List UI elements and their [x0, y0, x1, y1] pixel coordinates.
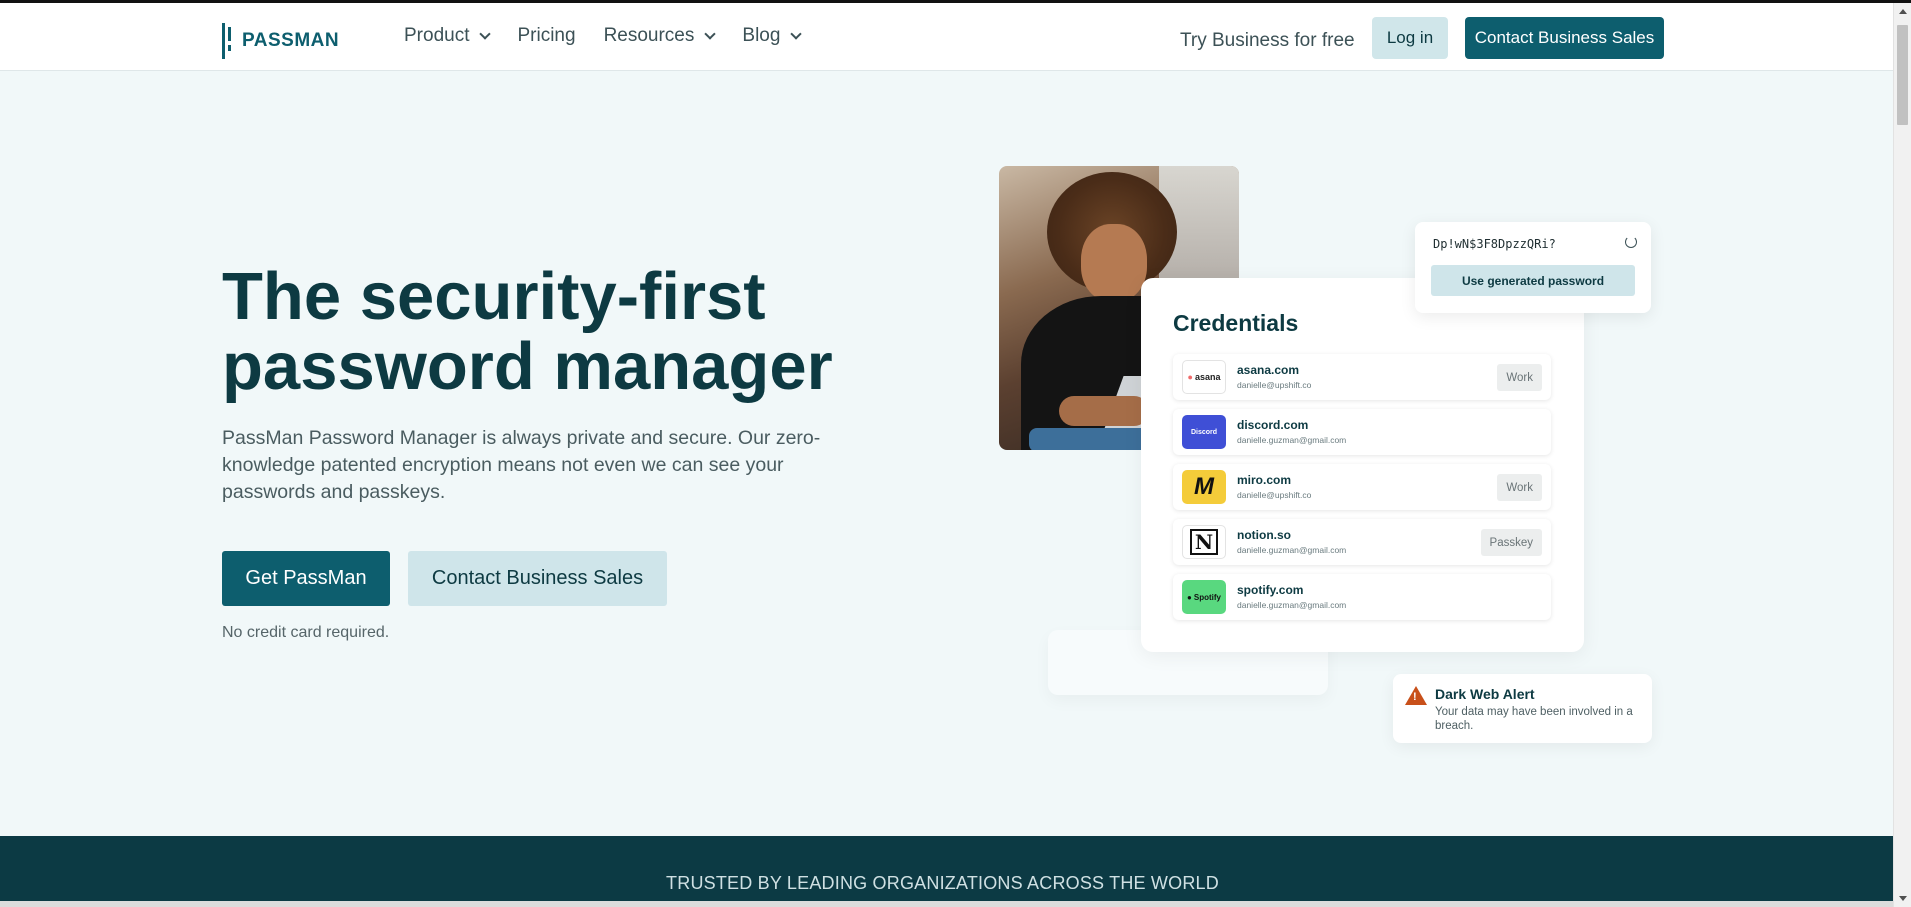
- asana-logo-icon: ● asana: [1182, 360, 1226, 394]
- credential-site: notion.so: [1237, 528, 1291, 542]
- nav-item-label: Blog: [742, 25, 781, 46]
- passman-logo[interactable]: PASSMAN: [222, 23, 339, 59]
- credential-site: spotify.com: [1237, 583, 1304, 597]
- credential-site: miro.com: [1237, 473, 1292, 487]
- credential-row-miro[interactable]: M miro.com danielle@upshift.co Work: [1173, 464, 1551, 510]
- credential-site: asana.com: [1237, 363, 1300, 377]
- credential-email: danielle.guzman@gmail.com: [1237, 435, 1347, 445]
- login-button[interactable]: Log in: [1372, 17, 1448, 59]
- credential-email: danielle.guzman@gmail.com: [1237, 600, 1347, 610]
- get-passman-button[interactable]: Get PassMan: [222, 551, 390, 606]
- credential-tag: Passkey: [1480, 529, 1542, 556]
- password-generator-card: Dp!wN$3F8DpzzQRi? Use generated password: [1415, 222, 1651, 313]
- horizontal-scrollbar[interactable]: [0, 901, 1893, 907]
- chevron-down-icon: [704, 27, 717, 40]
- contact-sales-button[interactable]: Contact Business Sales: [408, 551, 667, 606]
- hero-title-line-1: The security-first: [222, 259, 766, 334]
- logo-label: N: [1189, 529, 1219, 555]
- credential-email: danielle@upshift.co: [1237, 380, 1312, 390]
- nav-item-resources[interactable]: Resources: [603, 25, 717, 47]
- credential-email: danielle.guzman@gmail.com: [1237, 545, 1347, 555]
- hero-title: The security-first password manager: [222, 262, 922, 402]
- logo-label: Discord: [1190, 428, 1218, 436]
- credential-tag: Work: [1497, 474, 1542, 501]
- contact-sales-nav-button[interactable]: Contact Business Sales: [1465, 17, 1664, 59]
- use-generated-password-button[interactable]: Use generated password: [1431, 265, 1635, 296]
- scrollbar-thumb[interactable]: [1897, 25, 1908, 125]
- credentials-card: Credentials ● asana asana.com danielle@up…: [1141, 278, 1584, 652]
- credential-email: danielle@upshift.co: [1237, 490, 1312, 500]
- no-credit-card-note: No credit card required.: [222, 624, 390, 641]
- credential-tag: Work: [1497, 364, 1542, 391]
- miro-logo-icon: M: [1182, 470, 1226, 504]
- hero-description: PassMan Password Manager is always priva…: [222, 427, 821, 503]
- nav-item-pricing[interactable]: Pricing: [517, 25, 575, 47]
- generated-password: Dp!wN$3F8DpzzQRi?: [1433, 237, 1556, 251]
- nav-item-label: Resources: [603, 25, 695, 46]
- notion-logo-icon: N: [1182, 525, 1226, 559]
- scroll-down-icon[interactable]: [1899, 896, 1907, 901]
- dark-web-alert-card: ! Dark Web Alert Your data may have been…: [1393, 674, 1652, 743]
- credentials-title: Credentials: [1173, 310, 1299, 336]
- vertical-scrollbar[interactable]: [1893, 3, 1911, 907]
- nav-item-product[interactable]: Product: [404, 25, 492, 47]
- logo-label: asana: [1194, 372, 1221, 382]
- alert-text: Your data may have been involved in a br…: [1435, 706, 1633, 732]
- trusted-band: TRUSTED BY LEADING ORGANIZATIONS ACROSS …: [0, 836, 1893, 907]
- logo-label: Spotify: [1193, 592, 1221, 602]
- nav-item-label: Product: [404, 25, 470, 46]
- hero-title-line-2: password manager: [222, 329, 833, 404]
- nav-item-blog[interactable]: Blog: [742, 25, 803, 47]
- trusted-heading: TRUSTED BY LEADING ORGANIZATIONS ACROSS …: [666, 873, 1219, 893]
- credential-row-spotify[interactable]: ● Spotify spotify.com danielle.guzman@gma…: [1173, 574, 1551, 620]
- refresh-icon[interactable]: [1625, 236, 1637, 248]
- credential-row-discord[interactable]: Discord discord.com danielle.guzman@gmai…: [1173, 409, 1551, 455]
- logo-label: M: [1194, 473, 1214, 500]
- alert-title: Dark Web Alert: [1435, 686, 1535, 702]
- scroll-up-icon[interactable]: [1899, 9, 1907, 14]
- warning-icon-mark: !: [1413, 691, 1417, 703]
- discord-logo-icon: Discord: [1182, 415, 1226, 449]
- credential-row-asana[interactable]: ● asana asana.com danielle@upshift.co Wor…: [1173, 354, 1551, 400]
- try-business-link[interactable]: Try Business for free: [1180, 30, 1355, 52]
- top-navigation: PASSMAN Product Pricing Resources Blog T…: [0, 3, 1893, 71]
- passman-logo-icon: [222, 23, 236, 59]
- chevron-down-icon: [790, 27, 803, 40]
- credential-site: discord.com: [1237, 418, 1309, 432]
- nav-links: Product Pricing Resources Blog: [404, 25, 828, 47]
- nav-item-label: Pricing: [517, 25, 576, 46]
- logo-text: PASSMAN: [242, 30, 340, 51]
- credential-row-notion[interactable]: N notion.so danielle.guzman@gmail.com Pa…: [1173, 519, 1551, 565]
- chevron-down-icon: [479, 27, 492, 40]
- spotify-logo-icon: ● Spotify: [1182, 580, 1226, 614]
